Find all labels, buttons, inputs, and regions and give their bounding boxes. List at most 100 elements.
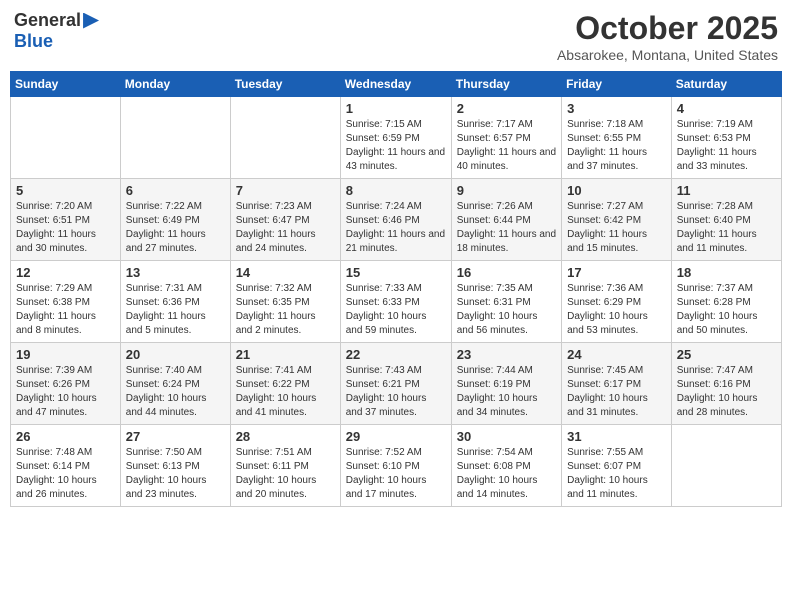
day-info: Sunrise: 7:44 AM Sunset: 6:19 PM Dayligh… (457, 364, 556, 420)
day-of-week-header: Wednesday (340, 72, 451, 97)
calendar-cell: 26Sunrise: 7:48 AM Sunset: 6:14 PM Dayli… (11, 425, 121, 507)
day-info: Sunrise: 7:29 AM Sunset: 6:38 PM Dayligh… (16, 282, 115, 338)
day-number: 16 (457, 265, 556, 280)
calendar-cell: 11 Sunrise: 7:28 AM Sunset: 6:40 PM Dayli… (671, 179, 781, 261)
location-subtitle: Absarokee, Montana, United States (557, 47, 778, 63)
day-of-week-header: Thursday (451, 72, 561, 97)
day-number: 18 (677, 265, 776, 280)
day-info: Sunrise: 7:31 AM Sunset: 6:36 PM Dayligh… (126, 282, 225, 338)
day-info: Sunrise: 7:24 AM Sunset: 6:46 PM Dayligh… (346, 200, 446, 256)
calendar-cell: 31 Sunrise: 7:55 AM Sunset: 6:07 PM Dayli… (562, 425, 672, 507)
day-info: Sunrise: 7:19 AM Sunset: 6:53 PM Dayligh… (677, 118, 776, 174)
logo-general: General (14, 10, 81, 31)
day-info: Sunrise: 7:23 AM Sunset: 6:47 PM Dayligh… (236, 200, 335, 256)
calendar-cell: 5 Sunrise: 7:20 AM Sunset: 6:51 PM Daylig… (11, 179, 121, 261)
day-number: 27 (126, 429, 225, 444)
calendar-header-row: SundayMondayTuesdayWednesdayThursdayFrid… (11, 72, 782, 97)
calendar-cell: 25 Sunrise: 7:47 AM Sunset: 6:16 PM Dayli… (671, 343, 781, 425)
day-info: Sunrise: 7:36 AM Sunset: 6:29 PM Dayligh… (567, 282, 666, 338)
day-number: 5 (16, 183, 115, 198)
day-info: Sunrise: 7:47 AM Sunset: 6:16 PM Dayligh… (677, 364, 776, 420)
calendar-cell: 2Sunrise: 7:17 AM Sunset: 6:57 PM Daylig… (451, 97, 561, 179)
calendar-cell (230, 97, 340, 179)
calendar-cell: 22 Sunrise: 7:43 AM Sunset: 6:21 PM Dayli… (340, 343, 451, 425)
day-number: 2 (457, 101, 556, 116)
calendar-week-row: 1 Sunrise: 7:15 AM Sunset: 6:59 PM Daylig… (11, 97, 782, 179)
day-number: 9 (457, 183, 556, 198)
day-info: Sunrise: 7:22 AM Sunset: 6:49 PM Dayligh… (126, 200, 225, 256)
calendar-cell (120, 97, 230, 179)
calendar-cell: 6 Sunrise: 7:22 AM Sunset: 6:49 PM Daylig… (120, 179, 230, 261)
calendar-cell: 19Sunrise: 7:39 AM Sunset: 6:26 PM Dayli… (11, 343, 121, 425)
calendar-cell: 24Sunrise: 7:45 AM Sunset: 6:17 PM Dayli… (562, 343, 672, 425)
day-number: 25 (677, 347, 776, 362)
calendar-cell: 14Sunrise: 7:32 AM Sunset: 6:35 PM Dayli… (230, 261, 340, 343)
day-number: 20 (126, 347, 225, 362)
day-info: Sunrise: 7:18 AM Sunset: 6:55 PM Dayligh… (567, 118, 666, 174)
day-of-week-header: Tuesday (230, 72, 340, 97)
month-title: October 2025 (557, 10, 778, 47)
day-info: Sunrise: 7:55 AM Sunset: 6:07 PM Dayligh… (567, 446, 666, 502)
day-info: Sunrise: 7:51 AM Sunset: 6:11 PM Dayligh… (236, 446, 335, 502)
calendar-cell: 16 Sunrise: 7:35 AM Sunset: 6:31 PM Dayli… (451, 261, 561, 343)
calendar-cell: 20 Sunrise: 7:40 AM Sunset: 6:24 PM Dayli… (120, 343, 230, 425)
calendar-cell (11, 97, 121, 179)
day-info: Sunrise: 7:26 AM Sunset: 6:44 PM Dayligh… (457, 200, 556, 256)
day-info: Sunrise: 7:35 AM Sunset: 6:31 PM Dayligh… (457, 282, 556, 338)
calendar-week-row: 5 Sunrise: 7:20 AM Sunset: 6:51 PM Daylig… (11, 179, 782, 261)
calendar-week-row: 26Sunrise: 7:48 AM Sunset: 6:14 PM Dayli… (11, 425, 782, 507)
day-number: 6 (126, 183, 225, 198)
logo-icon (83, 13, 99, 29)
day-number: 21 (236, 347, 335, 362)
calendar-cell: 23Sunrise: 7:44 AM Sunset: 6:19 PM Dayli… (451, 343, 561, 425)
calendar-cell: 4 Sunrise: 7:19 AM Sunset: 6:53 PM Daylig… (671, 97, 781, 179)
day-number: 11 (677, 183, 776, 198)
day-number: 22 (346, 347, 446, 362)
day-number: 8 (346, 183, 446, 198)
day-number: 29 (346, 429, 446, 444)
day-info: Sunrise: 7:20 AM Sunset: 6:51 PM Dayligh… (16, 200, 115, 256)
calendar-cell (671, 425, 781, 507)
title-block: October 2025 Absarokee, Montana, United … (557, 10, 778, 63)
logo: General Blue (14, 10, 99, 52)
day-of-week-header: Friday (562, 72, 672, 97)
day-number: 7 (236, 183, 335, 198)
calendar-cell: 21 Sunrise: 7:41 AM Sunset: 6:22 PM Dayli… (230, 343, 340, 425)
logo-blue: Blue (14, 31, 53, 52)
calendar-cell: 10Sunrise: 7:27 AM Sunset: 6:42 PM Dayli… (562, 179, 672, 261)
day-number: 14 (236, 265, 335, 280)
day-number: 15 (346, 265, 446, 280)
day-info: Sunrise: 7:39 AM Sunset: 6:26 PM Dayligh… (16, 364, 115, 420)
calendar-cell: 12Sunrise: 7:29 AM Sunset: 6:38 PM Dayli… (11, 261, 121, 343)
day-info: Sunrise: 7:41 AM Sunset: 6:22 PM Dayligh… (236, 364, 335, 420)
calendar-cell: 1 Sunrise: 7:15 AM Sunset: 6:59 PM Daylig… (340, 97, 451, 179)
day-of-week-header: Monday (120, 72, 230, 97)
day-info: Sunrise: 7:28 AM Sunset: 6:40 PM Dayligh… (677, 200, 776, 256)
calendar-cell: 30 Sunrise: 7:54 AM Sunset: 6:08 PM Dayli… (451, 425, 561, 507)
day-number: 24 (567, 347, 666, 362)
day-number: 30 (457, 429, 556, 444)
day-number: 31 (567, 429, 666, 444)
day-info: Sunrise: 7:40 AM Sunset: 6:24 PM Dayligh… (126, 364, 225, 420)
calendar-cell: 15Sunrise: 7:33 AM Sunset: 6:33 PM Dayli… (340, 261, 451, 343)
calendar-cell: 29 Sunrise: 7:52 AM Sunset: 6:10 PM Dayli… (340, 425, 451, 507)
calendar-cell: 13 Sunrise: 7:31 AM Sunset: 6:36 PM Dayli… (120, 261, 230, 343)
day-number: 13 (126, 265, 225, 280)
calendar-week-row: 19Sunrise: 7:39 AM Sunset: 6:26 PM Dayli… (11, 343, 782, 425)
day-number: 1 (346, 101, 446, 116)
day-of-week-header: Sunday (11, 72, 121, 97)
day-info: Sunrise: 7:54 AM Sunset: 6:08 PM Dayligh… (457, 446, 556, 502)
day-info: Sunrise: 7:15 AM Sunset: 6:59 PM Dayligh… (346, 118, 446, 174)
day-number: 4 (677, 101, 776, 116)
calendar-cell: 9 Sunrise: 7:26 AM Sunset: 6:44 PM Daylig… (451, 179, 561, 261)
day-info: Sunrise: 7:52 AM Sunset: 6:10 PM Dayligh… (346, 446, 446, 502)
calendar-cell: 18 Sunrise: 7:37 AM Sunset: 6:28 PM Dayli… (671, 261, 781, 343)
day-info: Sunrise: 7:43 AM Sunset: 6:21 PM Dayligh… (346, 364, 446, 420)
calendar-cell: 17Sunrise: 7:36 AM Sunset: 6:29 PM Dayli… (562, 261, 672, 343)
calendar-cell: 3Sunrise: 7:18 AM Sunset: 6:55 PM Daylig… (562, 97, 672, 179)
day-info: Sunrise: 7:27 AM Sunset: 6:42 PM Dayligh… (567, 200, 666, 256)
day-number: 28 (236, 429, 335, 444)
calendar-cell: 7 Sunrise: 7:23 AM Sunset: 6:47 PM Daylig… (230, 179, 340, 261)
day-info: Sunrise: 7:50 AM Sunset: 6:13 PM Dayligh… (126, 446, 225, 502)
day-info: Sunrise: 7:37 AM Sunset: 6:28 PM Dayligh… (677, 282, 776, 338)
